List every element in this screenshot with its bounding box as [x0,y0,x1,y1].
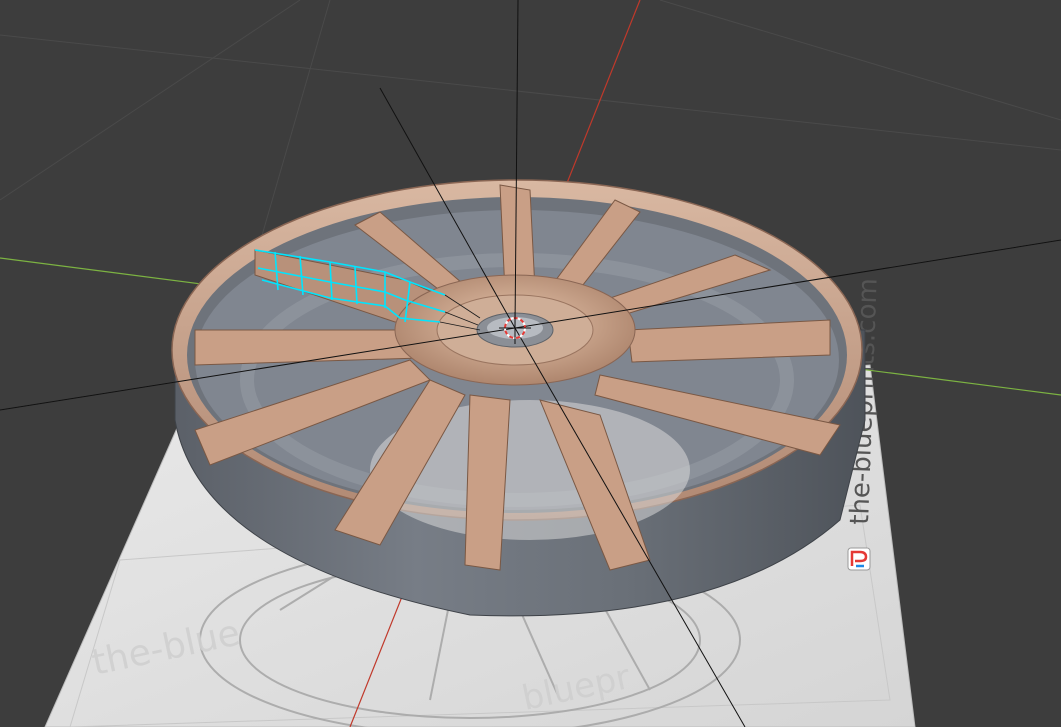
3d-viewport[interactable]: the-blueprints.com the-blue bluepr the-b [0,0,1061,727]
blueprints-logo-icon [847,547,871,571]
